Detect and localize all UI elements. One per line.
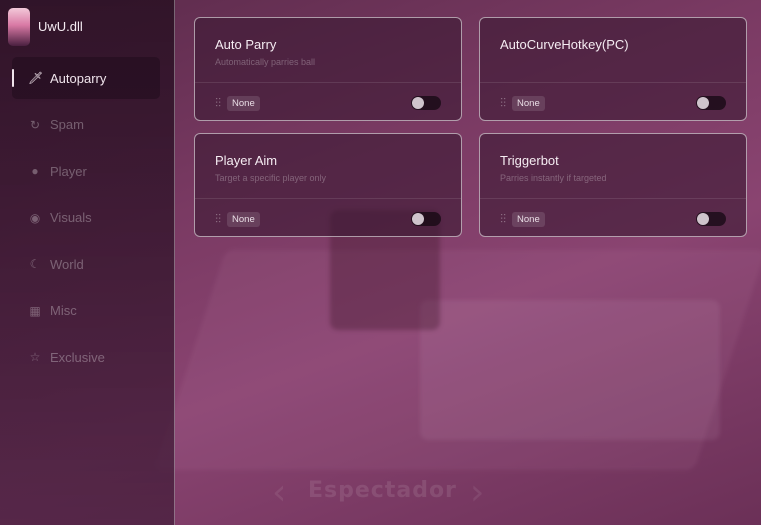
card-footer: ⫶⫶ None [500, 210, 726, 228]
feature-card-autocurve-hotkey: AutoCurveHotkey(PC) ⫶⫶ None [479, 17, 747, 121]
sidebar-item-player[interactable]: ● Player [12, 150, 160, 192]
toggle-knob [697, 213, 709, 225]
feature-card-auto-parry: Auto Parry Automatically parries ball ⫶⫶… [194, 17, 462, 121]
enable-toggle[interactable] [411, 96, 441, 110]
sidebar: UwU.dll 🗡 Autoparry ↻ Spam ● Player ◉ Vi… [0, 0, 175, 525]
sliders-icon: ⫶⫶ [215, 95, 222, 110]
card-description: Target a specific player only [215, 173, 327, 183]
card-description: Automatically parries ball [215, 57, 316, 67]
sidebar-item-label: Exclusive [50, 349, 105, 365]
sliders-icon: ⫶⫶ [500, 211, 507, 226]
feature-card-triggerbot: Triggerbot Parries instantly if targeted… [479, 133, 747, 237]
toggle-knob [412, 97, 424, 109]
card-divider [480, 82, 746, 83]
keybind-button[interactable]: None [227, 95, 260, 111]
sidebar-item-label: Misc [50, 303, 77, 318]
enable-toggle[interactable] [696, 96, 726, 110]
right-arrow-icon: › [470, 472, 485, 513]
brand: UwU.dll [8, 8, 83, 46]
eye-icon: ◉ [29, 210, 41, 225]
card-title: AutoCurveHotkey(PC) [500, 37, 629, 52]
sidebar-nav: 🗡 Autoparry ↻ Spam ● Player ◉ Visuals ☾ … [12, 57, 160, 383]
user-icon: ● [31, 164, 39, 178]
feature-card-player-aim: Player Aim Target a specific player only… [194, 133, 462, 237]
enable-toggle[interactable] [696, 212, 726, 226]
keybind-button[interactable]: None [227, 211, 260, 227]
app-title: UwU.dll [38, 18, 83, 34]
card-description: Parries instantly if targeted [500, 173, 607, 183]
keybind-button[interactable]: None [512, 211, 545, 227]
sidebar-item-spam[interactable]: ↻ Spam [12, 104, 160, 146]
sliders-icon: ⫶⫶ [500, 95, 507, 110]
moon-icon: ☾ [29, 257, 41, 271]
card-title: Player Aim [215, 153, 278, 168]
sliders-icon: ⫶⫶ [215, 211, 222, 226]
sidebar-item-label: Autoparry [50, 70, 107, 86]
grid-icon: ▦ [29, 303, 41, 318]
card-footer: ⫶⫶ None [500, 94, 726, 112]
star-icon: ☆ [29, 350, 41, 364]
sidebar-item-exclusive[interactable]: ☆ Exclusive [12, 336, 160, 378]
brand-logo [8, 8, 30, 46]
card-footer: ⫶⫶ None [215, 210, 441, 228]
sidebar-item-world[interactable]: ☾ World [12, 243, 160, 285]
toggle-knob [412, 213, 424, 225]
sidebar-item-label: Player [50, 163, 87, 179]
enable-toggle[interactable] [411, 212, 441, 226]
sidebar-item-label: World [50, 256, 84, 272]
card-divider [195, 82, 461, 83]
card-title: Auto Parry [215, 37, 277, 52]
sidebar-item-label: Spam [50, 117, 84, 132]
left-arrow-icon: ‹ [272, 472, 287, 513]
sidebar-item-autoparry[interactable]: 🗡 Autoparry [12, 57, 160, 99]
toggle-knob [697, 97, 709, 109]
card-title: Triggerbot [500, 153, 559, 168]
background-floor [154, 250, 761, 470]
sidebar-item-visuals[interactable]: ◉ Visuals [12, 197, 160, 239]
card-divider [480, 198, 746, 199]
refresh-icon: ↻ [29, 117, 41, 132]
background-platform [420, 300, 720, 440]
sidebar-item-label: Visuals [50, 210, 92, 225]
keybind-button[interactable]: None [512, 95, 545, 111]
card-footer: ⫶⫶ None [215, 94, 441, 112]
sidebar-item-misc[interactable]: ▦ Misc [12, 290, 160, 332]
spectator-label: Espectador [308, 478, 457, 503]
sword-icon: 🗡 [28, 71, 44, 85]
card-divider [195, 198, 461, 199]
